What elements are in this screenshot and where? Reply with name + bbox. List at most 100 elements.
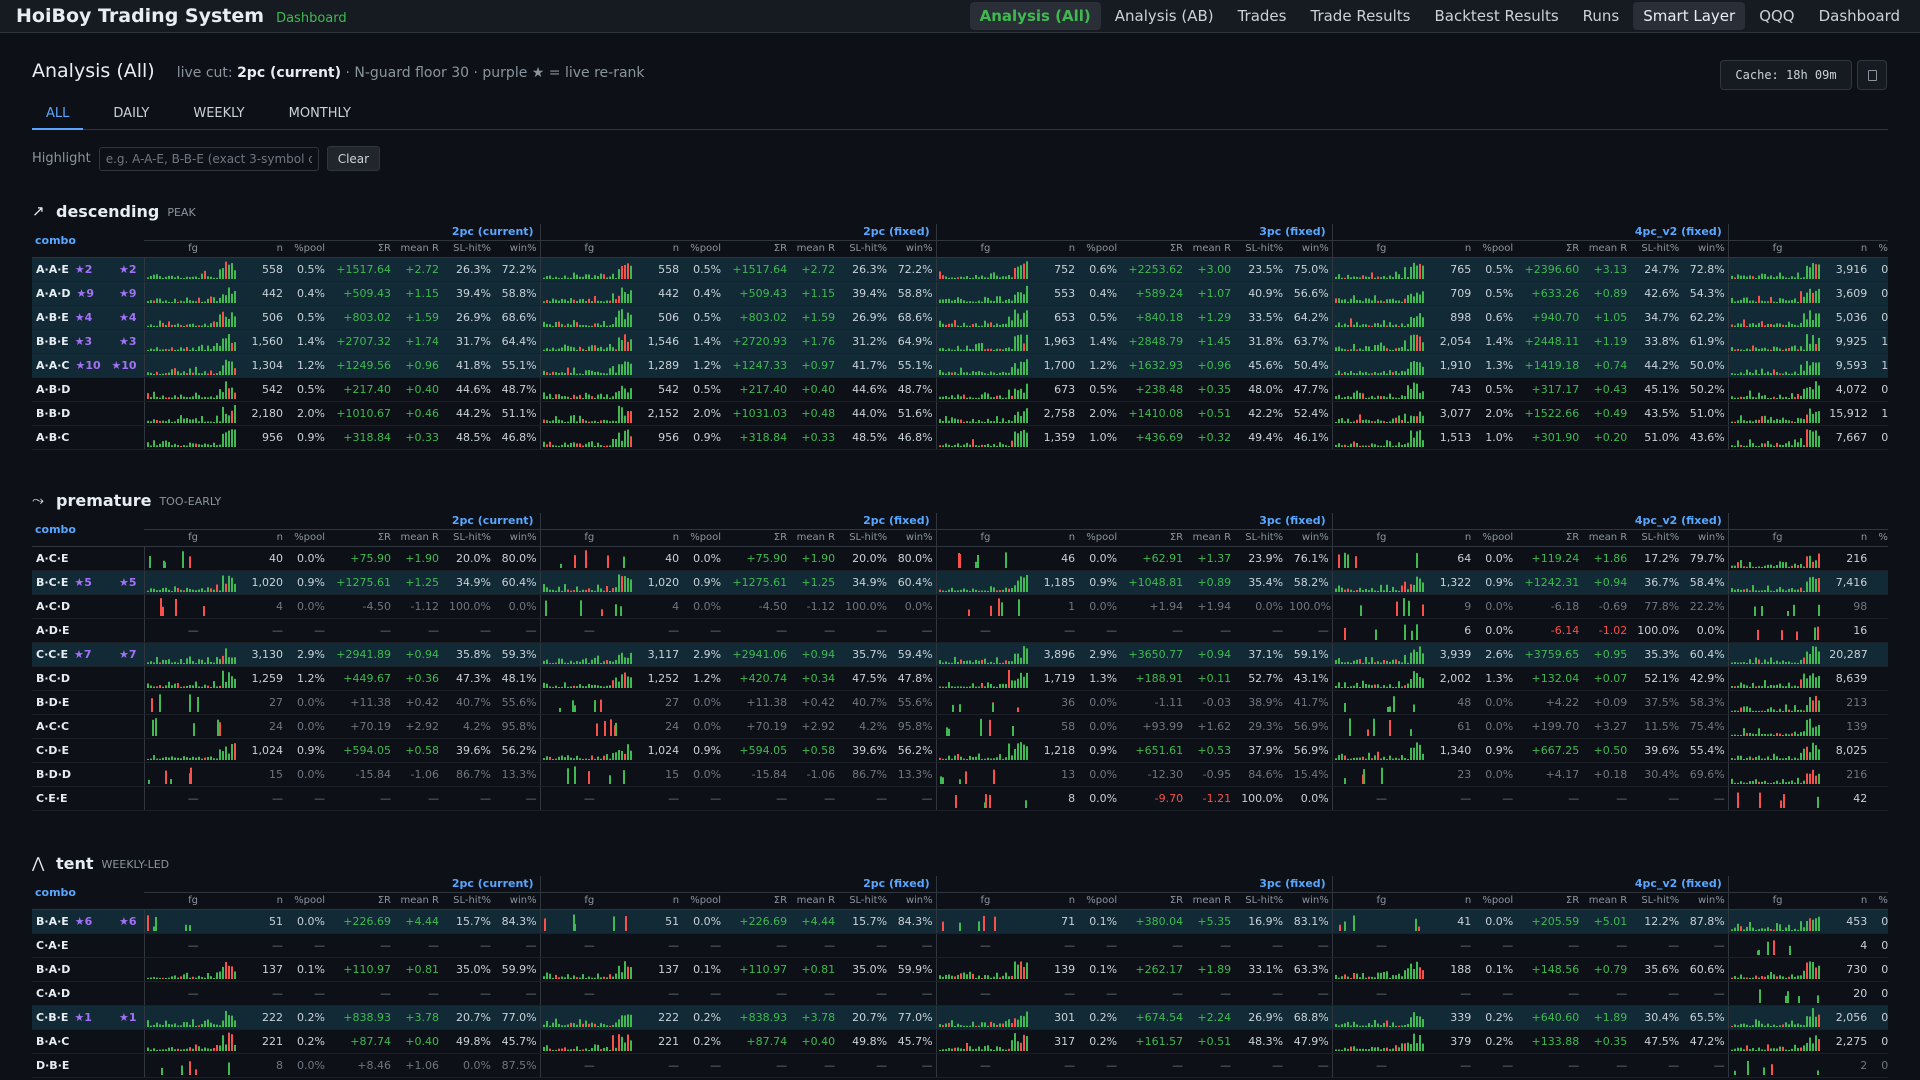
col-header-pool[interactable]: %pool <box>1078 240 1121 258</box>
nav-item[interactable]: Dashboard <box>1809 2 1910 30</box>
nav-item[interactable]: Analysis (All) <box>969 2 1101 30</box>
nav-item[interactable]: Smart Layer <box>1633 2 1746 30</box>
table-row[interactable]: A·C·D 4 0.0% -4.50 -1.12 100.0% 0.0% 4 0.0% -4.50… <box>32 594 1888 619</box>
col-header-hit[interactable]: SL-hit% <box>1234 240 1287 258</box>
combo-cell[interactable]: B·C·D <box>32 666 145 691</box>
nav-item[interactable]: QQQ <box>1749 2 1804 30</box>
col-header-hit[interactable]: SL-hit% <box>1630 240 1683 258</box>
col-header-n[interactable]: n <box>1430 529 1475 547</box>
table-row[interactable]: D·B·E 8 0.0% +8.46 +1.06 0.0% 87.5% — — — — — — — — — — —… <box>32 1053 1888 1078</box>
highlight-input[interactable] <box>98 146 319 171</box>
col-header-win[interactable]: win% <box>494 892 541 910</box>
table-row[interactable]: ★10 A·A·C ★10 1,304 1.2% +1249.56 +0.96 41.8% 55… <box>32 353 1888 378</box>
col-header-n[interactable]: n <box>242 529 286 547</box>
table-row[interactable]: ★4 A·B·E ★4 506 0.5% +803.02 +1.59 26.9% 68.6% 50… <box>32 305 1888 330</box>
table-row[interactable]: B·A·C 221 0.2% +87.74 +0.40 49.8% 45.7% 221 0.2%… <box>32 1029 1888 1054</box>
col-header-fg[interactable]: fg <box>935 240 1035 258</box>
col-header-fg[interactable]: fg <box>1727 529 1827 547</box>
table-row[interactable]: A·D·E — — — — — — — — — — — — — — — — — — — — —6 0.0% -6.14 -1.0… <box>32 618 1888 643</box>
col-header-fg[interactable]: fg <box>144 529 242 547</box>
col-header-sr[interactable]: ΣR <box>724 892 791 910</box>
col-header-n[interactable]: n <box>1430 892 1475 910</box>
table-row[interactable]: B·A·D 137 0.1% +110.97 +0.81 35.0% 59.9% 137 0.1… <box>32 957 1888 982</box>
col-header-n[interactable]: n <box>242 240 286 258</box>
col-header-mean[interactable]: mean R <box>394 240 442 258</box>
table-row[interactable]: B·C·D 1,259 1.2% +449.67 +0.36 47.3% 48.1% 1,25… <box>32 666 1888 691</box>
col-header-fg[interactable]: fg <box>144 892 242 910</box>
table-row[interactable]: ★5 B·C·E ★5 1,020 0.9% +1275.61 +1.25 34.9% 60.4… <box>32 570 1888 595</box>
col-header-hit[interactable]: SL-hit% <box>838 240 891 258</box>
col-header-mean[interactable]: mean R <box>1582 892 1631 910</box>
table-row[interactable]: A·B·D 542 0.5% +217.40 +0.40 44.6% 48.7% 542 0.5… <box>32 377 1888 402</box>
col-header-sr[interactable]: ΣR <box>1516 240 1583 258</box>
col-header-fg[interactable]: fg <box>1727 892 1827 910</box>
tab-daily[interactable]: DAILY <box>99 104 163 130</box>
combo-header[interactable]: combo <box>32 513 144 547</box>
combo-cell[interactable]: B·A·D <box>32 957 145 982</box>
col-header-fg[interactable]: fg <box>1331 529 1431 547</box>
combo-header[interactable]: combo <box>32 876 144 910</box>
combo-cell[interactable]: A·C·C <box>32 714 145 739</box>
col-header-n[interactable]: n <box>1034 240 1079 258</box>
toggle-button[interactable] <box>1857 60 1887 90</box>
col-header-mean[interactable]: mean R <box>790 529 839 547</box>
col-header-win[interactable]: win% <box>1682 240 1729 258</box>
col-header-pool[interactable]: %pool <box>286 892 328 910</box>
col-header-mean[interactable]: mean R <box>1186 240 1235 258</box>
col-header-win[interactable]: win% <box>1286 892 1333 910</box>
col-header-fg[interactable]: fg <box>1727 240 1827 258</box>
combo-cell[interactable]: C·E·E <box>32 786 145 811</box>
col-header-sr[interactable]: ΣR <box>1120 892 1187 910</box>
col-header-n[interactable]: n <box>1826 529 1871 547</box>
col-header-pool[interactable]: %pool <box>286 529 328 547</box>
col-header-fg[interactable]: fg <box>539 892 639 910</box>
table-row[interactable]: B·D·E 27 0.0% +11.38 +0.42 40.7% 55.6% 27 0.0% +1… <box>32 690 1888 715</box>
col-header-hit[interactable]: SL-hit% <box>1234 529 1287 547</box>
table-row[interactable]: B·D·D 15 0.0% -15.84 -1.06 86.7% 13.3% 15 0.0% -1… <box>32 762 1888 787</box>
col-header-mean[interactable]: mean R <box>790 240 839 258</box>
col-header-pool[interactable]: %pool <box>1870 892 1888 910</box>
nav-item[interactable]: Runs <box>1573 2 1630 30</box>
nav-item[interactable]: Trades <box>1228 2 1297 30</box>
col-header-pool[interactable]: %pool <box>1474 529 1517 547</box>
table-row[interactable]: ★7 C·C·E ★7 3,130 2.9% +2941.89 +0.94 35.8% 59.3… <box>32 642 1888 667</box>
col-header-pool[interactable]: %pool <box>1078 892 1121 910</box>
combo-cell[interactable]: ★7 C·C·E ★7 <box>32 642 145 667</box>
col-header-n[interactable]: n <box>638 529 683 547</box>
combo-cell[interactable]: B·D·D <box>32 762 145 787</box>
col-header-pool[interactable]: %pool <box>1474 892 1517 910</box>
col-header-hit[interactable]: SL-hit% <box>442 892 494 910</box>
col-header-pool[interactable]: %pool <box>1078 529 1121 547</box>
table-row[interactable]: ★9 A·A·D ★9 442 0.4% +509.43 +1.15 39.4% 58.8% 44… <box>32 281 1888 306</box>
col-header-sr[interactable]: ΣR <box>1516 529 1583 547</box>
table-row[interactable]: ★2 A·A·E ★2 558 0.5% +1517.64 +2.72 26.3% 72.2% 5… <box>32 257 1888 282</box>
combo-cell[interactable]: D·B·E <box>32 1053 145 1078</box>
col-header-pool[interactable]: %pool <box>682 529 725 547</box>
col-header-pool[interactable]: %pool <box>1870 240 1888 258</box>
combo-cell[interactable]: A·D·E <box>32 618 145 643</box>
combo-cell[interactable]: ★3 B·B·E ★3 <box>32 329 145 354</box>
col-header-pool[interactable]: %pool <box>1870 529 1888 547</box>
col-header-pool[interactable]: %pool <box>682 240 725 258</box>
combo-cell[interactable]: ★5 B·C·E ★5 <box>32 570 145 595</box>
col-header-mean[interactable]: mean R <box>394 892 442 910</box>
col-header-n[interactable]: n <box>1430 240 1475 258</box>
col-header-n[interactable]: n <box>1034 892 1079 910</box>
col-header-n[interactable]: n <box>1826 240 1871 258</box>
combo-cell[interactable]: ★4 A·B·E ★4 <box>32 305 145 330</box>
col-header-sr[interactable]: ΣR <box>724 529 791 547</box>
combo-cell[interactable]: A·B·D <box>32 377 145 402</box>
combo-cell[interactable]: A·B·C <box>32 425 145 450</box>
col-header-hit[interactable]: SL-hit% <box>442 240 494 258</box>
col-header-mean[interactable]: mean R <box>1582 240 1631 258</box>
combo-cell[interactable]: ★6 B·A·E ★6 <box>32 909 145 934</box>
col-header-sr[interactable]: ΣR <box>328 529 394 547</box>
col-header-mean[interactable]: mean R <box>1582 529 1631 547</box>
table-row[interactable]: ★6 B·A·E ★6 51 0.0% +226.69 +4.44 15.7% 84.3% 51 0… <box>32 909 1888 934</box>
table-row[interactable]: C·D·E 1,024 0.9% +594.05 +0.58 39.6% 56.2% 1,02… <box>32 738 1888 763</box>
col-header-win[interactable]: win% <box>494 240 541 258</box>
table-row[interactable]: ★1 C·B·E ★1 222 0.2% +838.93 +3.78 20.7% 77.0% 22… <box>32 1005 1888 1030</box>
table-row[interactable]: C·A·D————————————————————————————200.0% <box>32 981 1888 1006</box>
combo-cell[interactable]: ★10 A·A·C ★10 <box>32 353 145 378</box>
table-row[interactable]: A·B·C 956 0.9% +318.84 +0.33 48.5% 46.8% 956 0.9… <box>32 425 1888 450</box>
